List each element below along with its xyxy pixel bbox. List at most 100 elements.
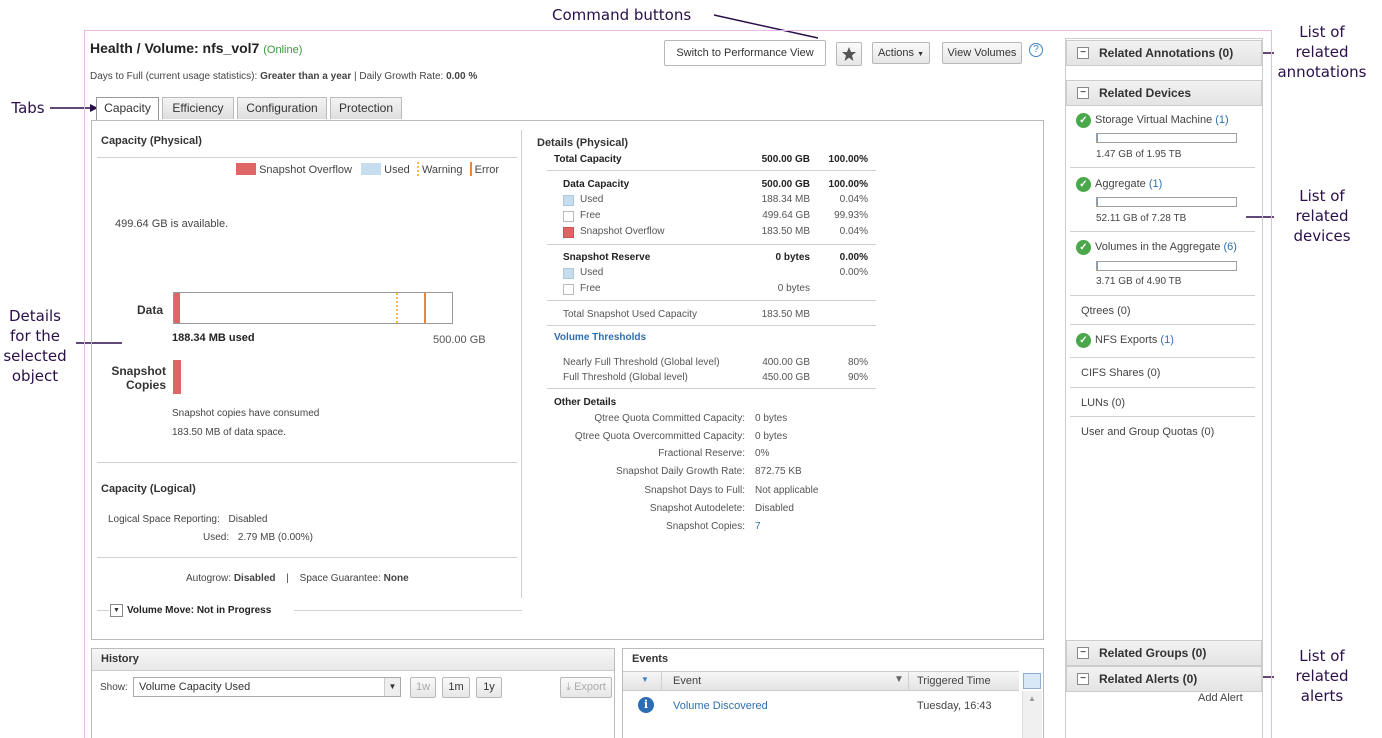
tab-efficiency[interactable]: Efficiency <box>162 97 234 119</box>
divider <box>1070 167 1255 168</box>
events-panel <box>622 648 1044 738</box>
reserve-free-swatch <box>563 284 574 295</box>
total-snapshot-label: Total Snapshot Used Capacity <box>563 309 697 320</box>
volumes-in-aggregate-item[interactable]: Volumes in the Aggregate (6) <box>1095 241 1237 253</box>
reserve-free-value: 0 bytes <box>777 283 810 294</box>
divider <box>97 462 517 463</box>
tab-configuration[interactable]: Configuration <box>237 97 327 119</box>
help-icon[interactable]: ? <box>1029 43 1043 57</box>
export-button[interactable]: ⤓ Export <box>560 677 612 698</box>
view-volumes-button[interactable]: View Volumes <box>942 42 1022 64</box>
download-icon: ⤓ <box>566 681 571 693</box>
scroll-up-icon[interactable]: ▲ <box>1028 694 1036 703</box>
divider <box>294 610 522 611</box>
page-title: Health / Volume: nfs_vol7 (Online) <box>90 40 302 56</box>
filter-icon[interactable]: ▼ <box>894 674 904 685</box>
data-bar-error-marker <box>424 293 426 323</box>
legend-overflow-swatch <box>236 163 256 175</box>
data-overflow-row-label: Snapshot Overflow <box>580 226 665 237</box>
related-alerts-header[interactable]: − Related Alerts (0) <box>1066 666 1262 692</box>
reserve-used-swatch <box>563 268 574 279</box>
check-icon: ✓ <box>1076 333 1091 348</box>
range-1w-button[interactable]: 1w <box>410 677 436 698</box>
legend-warning-marker <box>416 162 419 176</box>
reserve-free-label: Free <box>580 283 601 294</box>
other-row-label: Snapshot Days to Full: <box>644 485 745 496</box>
event-link[interactable]: Volume Discovered <box>673 700 768 712</box>
other-row-label: Snapshot Autodelete: <box>649 503 745 514</box>
svm-usage: 1.47 GB of 1.95 TB <box>1096 149 1182 160</box>
volume-move-toggle[interactable]: ▼ <box>110 604 123 617</box>
snapshot-note: Snapshot copies have consumed 183.50 MB … <box>172 408 320 438</box>
data-used-row-pct: 0.04% <box>839 194 868 205</box>
sort-arrow-icon[interactable]: ▼ <box>641 675 649 684</box>
total-capacity-value: 500.00 GB <box>761 154 810 165</box>
column-chooser-icon[interactable] <box>1023 673 1041 689</box>
qtrees-item[interactable]: Qtrees (0) <box>1081 305 1131 317</box>
data-used-label: 188.34 MB used <box>172 332 255 344</box>
collapse-icon[interactable]: − <box>1077 673 1089 685</box>
aggregate-item[interactable]: Aggregate (1) <box>1095 178 1162 190</box>
actions-button[interactable]: Actions ▼ <box>872 42 930 64</box>
callout-devices: List of related devices <box>1293 187 1351 245</box>
aggregate-usage-fill <box>1097 198 1098 206</box>
svm-usage-fill <box>1097 134 1098 142</box>
add-alert-link[interactable]: Add Alert <box>1198 692 1243 704</box>
events-scrollbar[interactable]: ▲ <box>1022 691 1042 738</box>
collapse-icon[interactable]: − <box>1077 87 1089 99</box>
switch-performance-view-button[interactable]: Switch to Performance View <box>664 40 826 66</box>
svm-usage-bar <box>1096 133 1237 143</box>
quotas-item[interactable]: User and Group Quotas (0) <box>1081 426 1214 438</box>
nearly-full-value: 400.00 GB <box>762 357 810 368</box>
event-time: Tuesday, 16:43 <box>917 700 992 712</box>
divider <box>1070 295 1255 296</box>
events-col-time[interactable]: Triggered Time <box>917 675 991 687</box>
divider <box>547 244 876 245</box>
tab-protection[interactable]: Protection <box>330 97 402 119</box>
info-icon: i <box>638 697 654 713</box>
tab-capacity[interactable]: Capacity <box>96 97 159 121</box>
data-free-row-label: Free <box>580 210 601 221</box>
luns-item[interactable]: LUNs (0) <box>1081 397 1125 409</box>
svm-item[interactable]: Storage Virtual Machine (1) <box>1095 114 1229 126</box>
divider <box>547 388 876 389</box>
other-row-value: 0 bytes <box>755 431 788 442</box>
snapshot-copies-label: Snapshot Copies <box>111 364 166 392</box>
volumes-usage-fill <box>1097 262 1098 270</box>
divider <box>547 325 876 326</box>
volume-move-status: Volume Move: Not in Progress <box>127 605 272 616</box>
collapse-icon[interactable]: − <box>1077 647 1089 659</box>
status-badge: (Online) <box>263 44 303 56</box>
related-devices-header[interactable]: − Related Devices <box>1066 80 1262 106</box>
details-physical-title: Details (Physical) <box>537 137 629 149</box>
data-bar-label: Data <box>137 303 164 317</box>
capacity-legend: Snapshot Overflow Used Warning Error <box>236 162 499 176</box>
favorite-button[interactable] <box>836 42 862 66</box>
aggregate-usage: 52.11 GB of 7.28 TB <box>1096 213 1187 224</box>
history-metric-select[interactable]: Volume Capacity Used ▼ <box>133 677 401 697</box>
related-groups-header[interactable]: − Related Groups (0) <box>1066 640 1262 666</box>
related-annotations-header[interactable]: − Related Annotations (0) <box>1066 40 1262 66</box>
collapse-icon[interactable]: − <box>1077 47 1089 59</box>
divider <box>1070 387 1255 388</box>
other-row-label: Snapshot Daily Growth Rate: <box>616 466 745 477</box>
other-row-label: Snapshot Copies: <box>666 521 745 532</box>
free-swatch <box>563 211 574 222</box>
volume-thresholds-link[interactable]: Volume Thresholds <box>554 332 646 343</box>
panel-divider <box>521 130 522 598</box>
nfs-exports-item[interactable]: NFS Exports (1) <box>1095 334 1174 346</box>
other-details-title: Other Details <box>554 397 617 408</box>
snapshot-copies-link[interactable]: 7 <box>755 521 761 532</box>
cifs-shares-item[interactable]: CIFS Shares (0) <box>1081 367 1160 379</box>
events-col-event[interactable]: Event <box>673 675 701 687</box>
total-capacity-label: Total Capacity <box>554 154 622 165</box>
available-text: 499.64 GB is available. <box>115 218 229 230</box>
data-overflow-row-value: 183.50 MB <box>761 226 810 237</box>
divider <box>97 610 109 611</box>
divider <box>908 672 909 690</box>
callout-details: Details for the selected object <box>3 307 67 385</box>
range-1m-button[interactable]: 1m <box>442 677 470 698</box>
data-max-label: 500.00 GB <box>433 334 486 346</box>
range-1y-button[interactable]: 1y <box>476 677 502 698</box>
legend-used-swatch <box>361 163 382 175</box>
